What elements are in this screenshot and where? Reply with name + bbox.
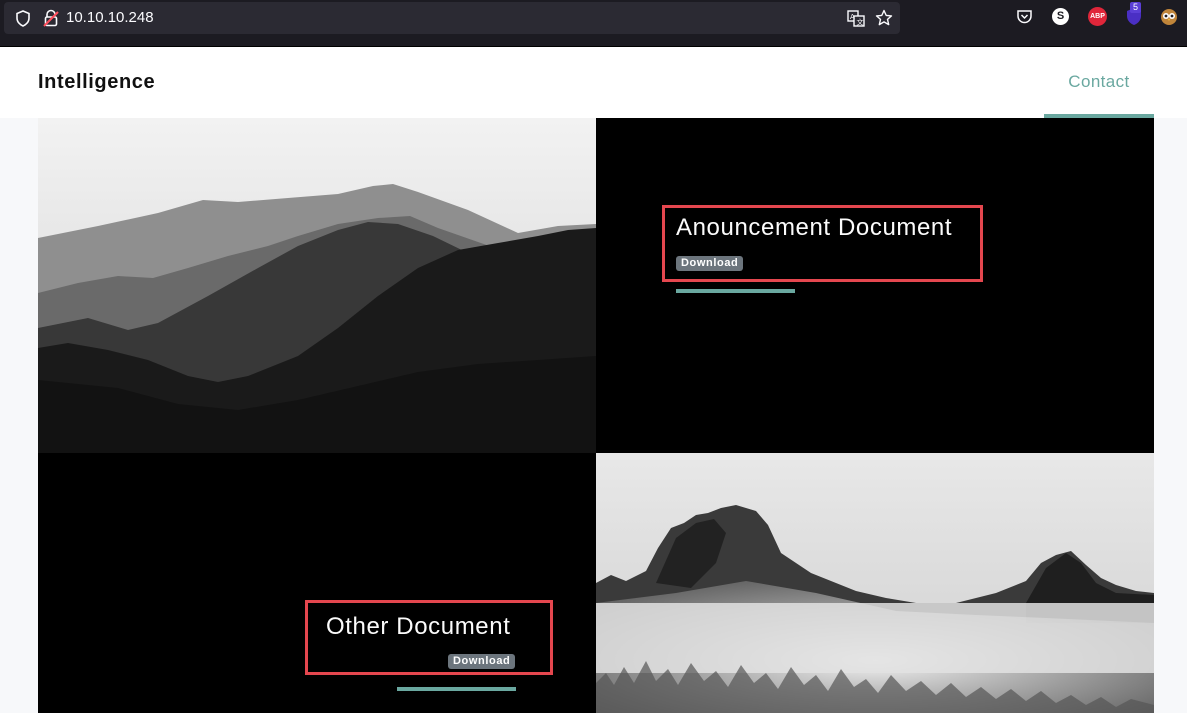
- adblock-plus-icon[interactable]: ABP: [1088, 7, 1107, 26]
- announcement-document-card: Anouncement Document Download: [596, 118, 1154, 453]
- star-icon[interactable]: [875, 9, 893, 32]
- announcement-accent-line: [676, 289, 795, 293]
- annotation-highlight-box: [305, 600, 553, 675]
- s-extension-icon[interactable]: S: [1052, 8, 1069, 25]
- foggy-mountains-image: [596, 453, 1154, 713]
- ublock-count-badge: 5: [1130, 2, 1142, 13]
- svg-text:文: 文: [857, 18, 864, 27]
- insecure-lock-icon[interactable]: [43, 9, 59, 32]
- mountains-image: [38, 118, 596, 453]
- browser-toolbar: 10.10.10.248 A文 S ABP 5: [0, 0, 1187, 47]
- address-bar[interactable]: 10.10.10.248 A文: [4, 2, 900, 34]
- owl-icon[interactable]: [1160, 8, 1178, 31]
- annotation-highlight-box: [662, 205, 983, 282]
- other-document-card: Other Document Download: [38, 453, 596, 713]
- other-accent-line: [397, 687, 516, 691]
- pocket-icon[interactable]: [1016, 8, 1033, 30]
- site-brand[interactable]: Intelligence: [38, 71, 155, 94]
- translate-icon[interactable]: A文: [847, 10, 865, 32]
- nav-contact-link[interactable]: Contact: [1044, 47, 1154, 118]
- ublock-icon[interactable]: 5: [1125, 2, 1143, 31]
- shield-icon[interactable]: [15, 10, 31, 32]
- site-header: Intelligence Contact: [0, 47, 1187, 118]
- svg-text:A: A: [850, 13, 855, 21]
- url-text[interactable]: 10.10.10.248: [66, 9, 154, 26]
